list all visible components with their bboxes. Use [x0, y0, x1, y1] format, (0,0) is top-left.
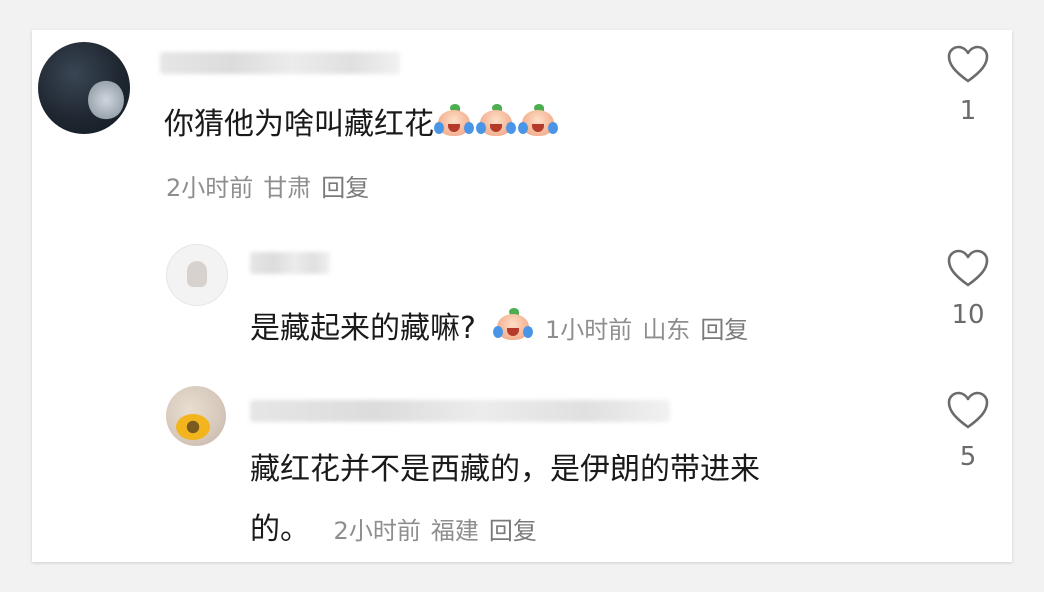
reply-button[interactable]: 回复	[321, 174, 369, 202]
username-blurred[interactable]	[160, 52, 400, 74]
comment-meta: 2小时前 甘肃 回复	[166, 172, 379, 204]
comment-body: 是藏起来的藏嘛?	[250, 311, 476, 346]
username-blurred[interactable]	[250, 400, 670, 422]
comment-time: 1小时前	[545, 316, 633, 344]
comment-location: 福建	[430, 517, 479, 545]
comment-body-line1: 藏红花并不是西藏的，是伊朗的带进来	[250, 452, 760, 487]
avatar[interactable]	[166, 386, 226, 446]
heart-outline-icon	[947, 45, 989, 83]
comment-text: 你猜他为啥叫藏红花	[164, 104, 560, 145]
like-count: 1	[959, 96, 977, 126]
comment-text: 的。 2小时前 福建 回复	[250, 510, 547, 551]
reply-button[interactable]: 回复	[489, 517, 537, 545]
like-count: 5	[959, 442, 977, 472]
comment-meta: 2小时前 福建 回复	[334, 517, 547, 545]
like-button[interactable]: 10	[938, 248, 998, 330]
crying-laughing-peach-emoji-icon	[476, 104, 516, 140]
like-button[interactable]: 5	[938, 390, 998, 472]
comment-meta: 1小时前 山东 回复	[545, 316, 758, 344]
comment-time: 2小时前	[333, 517, 421, 545]
crying-laughing-peach-emoji-icon	[493, 308, 534, 344]
comment-location: 甘肃	[263, 174, 312, 202]
comment-body-line2: 的。	[250, 512, 310, 547]
comment-card: 你猜他为啥叫藏红花 2小时前 甘肃 回复 1 是藏起来的藏嘛? 1小时前 山东 回复 1…	[32, 30, 1012, 562]
avatar[interactable]	[166, 244, 228, 306]
comment-text: 是藏起来的藏嘛? 1小时前 山东 回复	[250, 308, 758, 350]
heart-outline-icon	[947, 391, 989, 429]
heart-outline-icon	[947, 249, 989, 287]
username-blurred[interactable]	[250, 252, 330, 274]
avatar[interactable]	[38, 42, 130, 134]
comment-location: 山东	[642, 316, 691, 344]
comment-time: 2小时前	[166, 174, 254, 202]
reply-button[interactable]: 回复	[700, 316, 748, 344]
comment-body: 你猜他为啥叫藏红花	[164, 107, 434, 142]
comment-text: 藏红花并不是西藏的，是伊朗的带进来	[250, 450, 760, 490]
crying-laughing-peach-emoji-icon	[518, 104, 558, 140]
crying-laughing-peach-emoji-icon	[434, 104, 474, 140]
like-button[interactable]: 1	[938, 44, 998, 126]
like-count: 10	[951, 300, 985, 330]
